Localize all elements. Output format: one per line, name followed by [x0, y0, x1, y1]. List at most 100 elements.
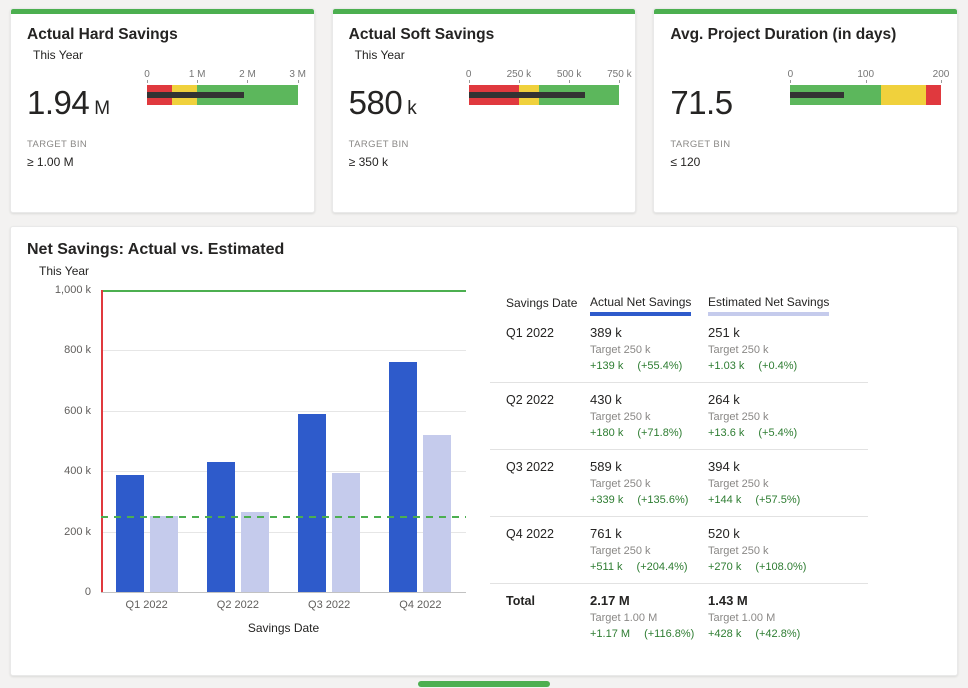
bullet-axis-tick — [247, 80, 248, 83]
variance-percent: (+135.6%) — [637, 494, 688, 506]
kpi-title: Actual Soft Savings — [349, 26, 620, 44]
bullet-axis-tick — [519, 80, 520, 83]
kpi-card-body: Actual Soft Savings This Year 580k 0250 … — [333, 14, 636, 169]
actual-variance: +511 k (+204.4%) — [590, 561, 708, 573]
actual-cell: 430 kTarget 250 k+180 k(+71.8%) — [590, 392, 708, 439]
bar-estimated-q2-2022[interactable] — [241, 512, 269, 592]
variance-percent: (+42.8%) — [755, 628, 800, 640]
table-rows: Q1 2022389 kTarget 250 k+139 k(+55.4%)25… — [490, 316, 868, 650]
bar-actual-q4-2022[interactable] — [389, 362, 417, 592]
col-header-actual-net-savings: Actual Net Savings — [590, 295, 691, 316]
kpi-card-avg-project-duration: Avg. Project Duration (in days) 71.5 010… — [653, 8, 958, 213]
estimated-target: Target 250 k — [708, 411, 868, 423]
bar-actual-q1-2022[interactable] — [116, 475, 144, 592]
bullet-axis-label: 200 — [933, 69, 950, 80]
actual-value: 430 k — [590, 392, 708, 407]
gridline — [101, 592, 466, 593]
estimated-cell: 251 kTarget 250 k+1.03 k(+0.4%) — [708, 325, 868, 372]
net-savings-table: Savings Date Actual Net Savings Estimate… — [490, 290, 868, 650]
bullet-axis-tick — [147, 80, 148, 83]
actual-variance: +180 k(+71.8%) — [590, 427, 708, 439]
bullet-range-bad — [926, 85, 941, 105]
bar-estimated-q4-2022[interactable] — [423, 435, 451, 592]
bar-actual-q2-2022[interactable] — [207, 462, 235, 592]
bullet-axis-tick — [469, 80, 470, 83]
kpi-target-bin-value: ≥ 1.00 M — [27, 155, 298, 169]
row-label: Q1 2022 — [490, 325, 590, 372]
variance-absolute: +511 k — [590, 561, 623, 573]
bar-group-q3-2022 — [284, 290, 375, 592]
kpi-value-number: 580 — [349, 84, 403, 121]
bullet-axis-label: 250 k — [507, 69, 531, 80]
y-axis-label: 0 — [85, 586, 91, 598]
kpi-value: 580k — [349, 84, 469, 122]
estimated-value: 1.43 M — [708, 593, 868, 608]
bar-estimated-q3-2022[interactable] — [332, 473, 360, 592]
variance-percent: (+116.8%) — [644, 628, 694, 640]
kpi-period: This Year — [33, 48, 298, 62]
estimated-value: 264 k — [708, 392, 868, 407]
bullet-axis-label: 100 — [857, 69, 874, 80]
x-axis-labels: Q1 2022Q2 2022Q3 2022Q4 2022 — [101, 599, 466, 611]
actual-variance: +339 k(+135.6%) — [590, 494, 708, 506]
bars-layer — [101, 290, 466, 592]
bullet-axis-label: 1 M — [189, 69, 206, 80]
bullet-range-satisfactory — [881, 85, 926, 105]
bar-actual-q3-2022[interactable] — [298, 414, 326, 592]
plot-area — [101, 290, 466, 592]
estimated-cell: 1.43 MTarget 1.00 M+428 k(+42.8%) — [708, 593, 868, 640]
row-label: Q2 2022 — [490, 392, 590, 439]
kpi-bullet-chart: 01 M2 M3 M — [147, 68, 298, 122]
row-label: Total — [490, 593, 590, 640]
bullet-measure-bar — [790, 92, 844, 98]
row-label: Q4 2022 — [490, 526, 590, 573]
estimated-variance: +428 k(+42.8%) — [708, 628, 868, 640]
variance-absolute: +1.03 k — [708, 360, 744, 372]
kpi-bullet-chart: 0250 k500 k750 k — [469, 68, 620, 122]
bullet-measure-bar — [469, 92, 585, 98]
bullet-axis-label: 750 k — [607, 69, 631, 80]
estimated-target: Target 250 k — [708, 344, 868, 356]
bullet-axis-label: 2 M — [239, 69, 256, 80]
kpi-value-number: 71.5 — [670, 84, 732, 121]
kpi-card-body: Avg. Project Duration (in days) 71.5 010… — [654, 14, 957, 169]
table-row: Q3 2022589 kTarget 250 k+339 k(+135.6%)3… — [490, 450, 868, 517]
kpi-target-bin-label: TARGET BIN — [27, 139, 298, 150]
variance-percent: (+204.4%) — [637, 561, 688, 573]
actual-target: Target 1.00 M — [590, 612, 708, 624]
col-header-estimated-net-savings: Estimated Net Savings — [708, 295, 829, 316]
bar-group-q1-2022 — [101, 290, 192, 592]
kpi-value: 71.5 — [670, 84, 790, 122]
kpi-dashboard: Actual Hard Savings This Year 1.94M 01 M… — [0, 0, 968, 676]
y-axis: 1,000 k800 k600 k400 k200 k0 — [27, 290, 101, 592]
page-scroll-indicator[interactable] — [418, 681, 550, 687]
table-row: Q1 2022389 kTarget 250 k+139 k(+55.4%)25… — [490, 316, 868, 383]
y-axis-label: 1,000 k — [55, 284, 91, 296]
actual-variance: +139 k(+55.4%) — [590, 360, 708, 372]
kpi-period: This Year — [355, 48, 620, 62]
estimated-variance: +1.03 k (+0.4%) — [708, 360, 868, 372]
col-header-savings-date: Savings Date — [490, 296, 590, 316]
col-header-actual-wrap: Actual Net Savings — [590, 295, 708, 316]
actual-value: 2.17 M — [590, 593, 708, 608]
main-chart-title: Net Savings: Actual vs. Estimated — [27, 241, 937, 259]
actual-value: 761 k — [590, 526, 708, 541]
kpi-title: Actual Hard Savings — [27, 26, 298, 44]
bullet-axis-tick — [790, 80, 791, 83]
main-chart-subtitle: This Year — [39, 264, 937, 278]
bullet-axis: 0250 k500 k750 k — [469, 68, 620, 83]
net-savings-card-body: Net Savings: Actual vs. Estimated This Y… — [11, 227, 957, 650]
bullet-axis-tick — [197, 80, 198, 83]
bullet-axis-label: 0 — [144, 69, 150, 80]
actual-variance: +1.17 M(+116.8%) — [590, 628, 708, 640]
estimated-variance: +13.6 k(+5.4%) — [708, 427, 868, 439]
kpi-period — [676, 48, 941, 62]
kpi-title: Avg. Project Duration (in days) — [670, 26, 941, 44]
kpi-card-actual-soft-savings: Actual Soft Savings This Year 580k 0250 … — [332, 8, 637, 213]
kpi-card-actual-hard-savings: Actual Hard Savings This Year 1.94M 01 M… — [10, 8, 315, 213]
variance-percent: (+5.4%) — [758, 427, 797, 439]
bar-estimated-q1-2022[interactable] — [150, 516, 178, 592]
variance-percent: (+0.4%) — [758, 360, 797, 372]
x-axis-label: Q4 2022 — [375, 599, 466, 611]
actual-cell: 589 kTarget 250 k+339 k(+135.6%) — [590, 459, 708, 506]
